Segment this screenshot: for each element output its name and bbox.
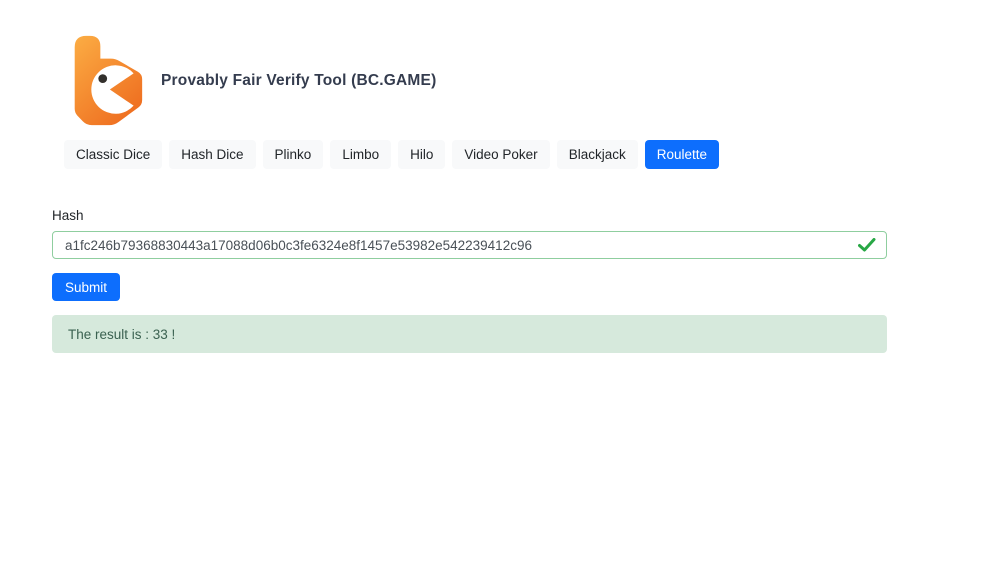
- hash-input[interactable]: [52, 231, 887, 259]
- tab-hash-dice[interactable]: Hash Dice: [169, 140, 255, 169]
- tab-plinko[interactable]: Plinko: [263, 140, 324, 169]
- game-tabs: Classic Dice Hash Dice Plinko Limbo Hilo…: [64, 140, 1000, 169]
- tab-classic-dice[interactable]: Classic Dice: [64, 140, 162, 169]
- hash-label: Hash: [52, 208, 887, 223]
- submit-button[interactable]: Submit: [52, 273, 120, 301]
- tab-blackjack[interactable]: Blackjack: [557, 140, 638, 169]
- header: Provably Fair Verify Tool (BC.GAME): [68, 33, 1000, 128]
- tab-roulette[interactable]: Roulette: [645, 140, 719, 169]
- hash-input-wrap: [52, 231, 887, 259]
- tab-limbo[interactable]: Limbo: [330, 140, 391, 169]
- verify-form: Hash Submit The result is : 33 !: [52, 208, 887, 353]
- page-title: Provably Fair Verify Tool (BC.GAME): [161, 72, 436, 90]
- tab-hilo[interactable]: Hilo: [398, 140, 445, 169]
- page: Provably Fair Verify Tool (BC.GAME) Clas…: [0, 0, 1000, 585]
- bcgame-logo-icon: [68, 33, 146, 128]
- result-alert: The result is : 33 !: [52, 315, 887, 353]
- result-message: The result is : 33 !: [68, 327, 175, 342]
- tab-video-poker[interactable]: Video Poker: [452, 140, 549, 169]
- logo-eye: [98, 74, 107, 83]
